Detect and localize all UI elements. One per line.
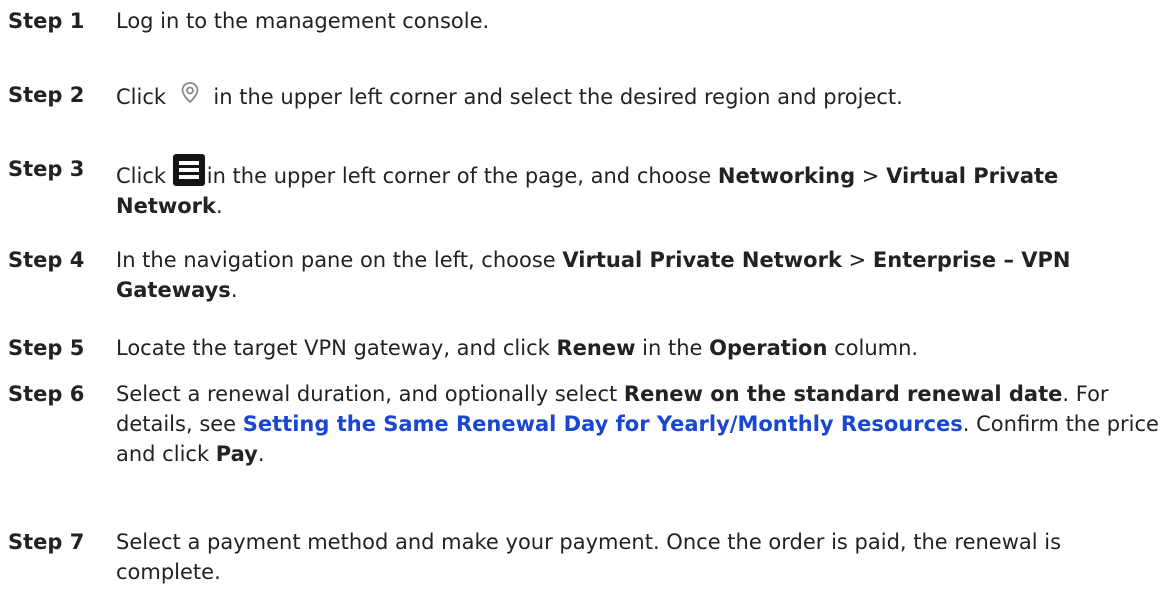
step-label: Step 2 [8, 83, 85, 107]
step-3: Step 3 Click in the upper left corner of… [0, 154, 1175, 221]
step-label: Step 7 [8, 530, 85, 554]
step-text: Click in the upper left corner of the pa… [116, 154, 1166, 221]
step-4: Step 4 In the navigation pane on the lef… [0, 245, 1175, 305]
step-5: Step 5 Locate the target VPN gateway, an… [0, 333, 1175, 363]
step-text: Click in the upper left corner and selec… [116, 80, 1166, 112]
step-label: Step 3 [8, 157, 85, 181]
step-6: Step 6 Select a renewal duration, and op… [0, 379, 1175, 469]
step-label: Step 6 [8, 382, 85, 406]
step-2: Step 2 Click in the upper left corner an… [0, 80, 1175, 112]
menu-icon [172, 154, 205, 186]
step-label: Step 5 [8, 336, 85, 360]
step-1: Step 1 Log in to the management console. [0, 6, 1175, 36]
step-text: In the navigation pane on the left, choo… [116, 248, 1071, 302]
step-7: Step 7 Select a payment method and make … [0, 527, 1175, 587]
step-text: Select a renewal duration, and optionall… [116, 382, 1159, 466]
step-label: Step 4 [8, 248, 85, 272]
step-label: Step 1 [8, 9, 85, 33]
step-text: Log in to the management console. [116, 9, 490, 33]
step-text: Locate the target VPN gateway, and click… [116, 336, 919, 360]
renewal-day-doc-link[interactable]: Setting the Same Renewal Day for Yearly/… [243, 412, 963, 436]
location-pin-icon [173, 80, 207, 106]
procedure-steps: Step 1 Log in to the management console.… [0, 0, 1175, 594]
step-text: Select a payment method and make your pa… [116, 530, 1062, 584]
